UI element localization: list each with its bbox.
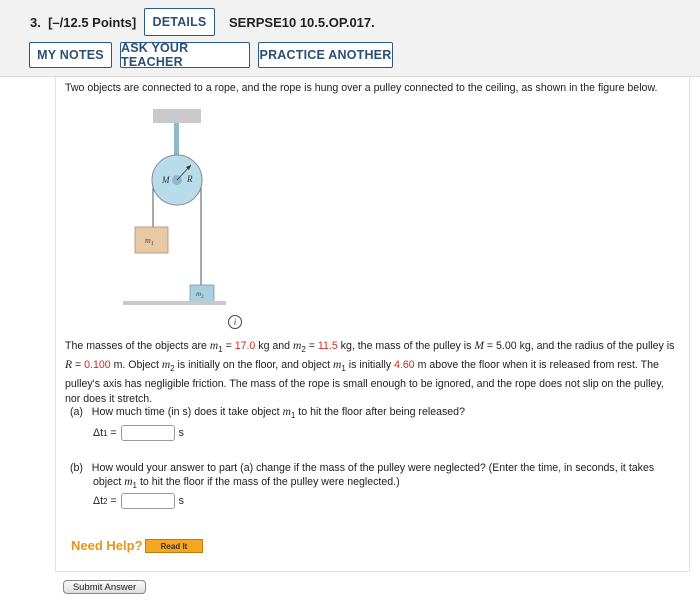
my-notes-button[interactable]: MY NOTES [29,42,112,68]
part-a-question: (a) How much time (in s) does it take ob… [70,406,465,421]
ceiling-mount [153,109,201,123]
ask-your-teacher-button[interactable]: ASK YOUR TEACHER [120,41,250,69]
floor [123,301,226,305]
part-a-answer-input[interactable] [120,425,175,441]
info-icon[interactable]: i [228,315,242,329]
practice-another-button[interactable]: PRACTICE ANOTHER [258,42,393,68]
question-code: SERPSE10 10.5.OP.017. [229,15,375,30]
part-b-question: (b) How would your answer to part (a) ch… [70,462,655,491]
need-help-label: Need Help? [71,538,143,553]
submit-answer-button[interactable]: Submit Answer [63,580,146,594]
intro-text: Two objects are connected to a rope, and… [65,82,658,94]
part-b-answer-input[interactable] [120,493,175,509]
read-it-button[interactable]: Read It [145,539,203,553]
pulley-mass-label: M [161,175,170,185]
part-a-answer-row: Δt 1 = s [93,425,184,441]
problem-statement: The masses of the objects are m1 = 17.0 … [65,340,675,405]
pulley-figure: M R m1 m2 [123,109,226,305]
part-b-answer-row: Δt 2 = s [93,493,184,509]
mass-m1-block [134,226,169,254]
pulley-radius-label: R [186,174,193,184]
details-button[interactable]: DETAILS [144,8,215,36]
question-number: 3. [–/12.5 Points] [30,15,137,30]
